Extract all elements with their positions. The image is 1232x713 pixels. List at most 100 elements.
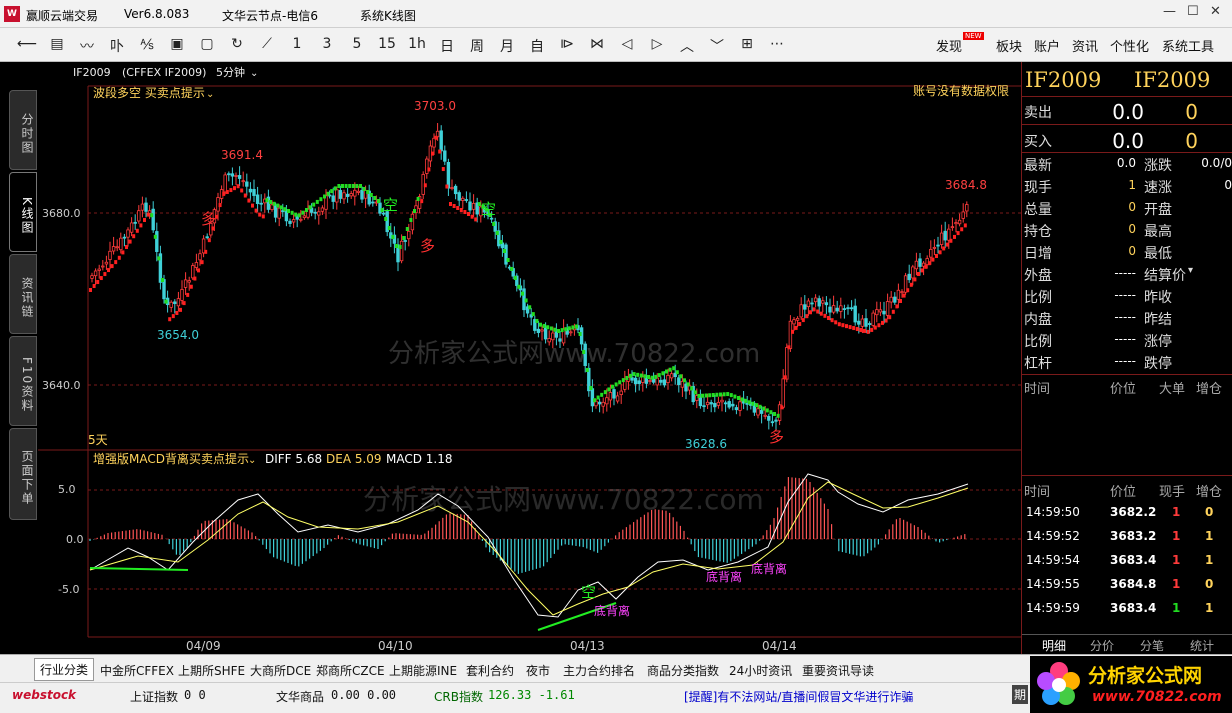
macd-dropdown-icon[interactable]: ⌄: [248, 455, 256, 466]
discover-menu[interactable]: 发现: [936, 36, 962, 55]
tick-cell: 3683.4: [1110, 601, 1157, 615]
candle-body: [457, 192, 461, 201]
period-custom[interactable]: 自: [525, 36, 549, 56]
candle-body: [702, 405, 706, 408]
macd-indicator-name[interactable]: 增强版MACD背离买卖点提示: [93, 451, 249, 466]
right-icon[interactable]: ▷: [645, 36, 669, 52]
period-week[interactable]: 周: [465, 36, 489, 56]
save-icon[interactable]: ▢: [195, 36, 219, 52]
peak-label-3691: 3691.4: [221, 148, 263, 162]
tab-stats[interactable]: 统计: [1190, 637, 1214, 654]
menu-news[interactable]: 资讯: [1072, 36, 1098, 55]
menu-sector[interactable]: 板块: [996, 36, 1022, 55]
tab-f10[interactable]: F10资料: [9, 336, 37, 426]
band-dot: [963, 223, 967, 228]
wh-index-label: 文华商品: [276, 690, 325, 704]
left-icon[interactable]: ◁: [615, 36, 639, 52]
candle-body: [828, 306, 832, 313]
chart-period[interactable]: 5分钟: [216, 65, 245, 79]
panel-icon[interactable]: ▣: [165, 36, 189, 52]
period-1[interactable]: 1: [285, 36, 309, 52]
tab-kline[interactable]: K线图: [9, 172, 37, 252]
tab-czce[interactable]: 郑商所CZCE: [316, 662, 385, 679]
zoom-out-icon[interactable]: ⋈: [585, 36, 609, 52]
candle-body: [878, 309, 883, 313]
minimize-icon[interactable]: —: [1163, 4, 1176, 19]
period-1h[interactable]: 1h: [405, 36, 429, 52]
period-dropdown-icon[interactable]: ⌄: [250, 68, 258, 79]
grid-icon[interactable]: ⊞: [735, 36, 759, 52]
field-settle[interactable]: 结算价: [1144, 265, 1186, 285]
maximize-icon[interactable]: ☐: [1187, 4, 1199, 19]
tab-price-dist[interactable]: 分价: [1090, 637, 1114, 654]
period-month[interactable]: 月: [495, 36, 519, 56]
back-icon[interactable]: ⟵: [15, 36, 39, 52]
band-dot: [729, 393, 733, 398]
tab-arbitrage[interactable]: 套利合约: [466, 662, 514, 679]
tab-night[interactable]: 夜市: [526, 662, 550, 679]
menu-personalize[interactable]: 个性化: [1110, 36, 1149, 55]
period-15[interactable]: 15: [375, 36, 399, 52]
band-dot: [949, 238, 953, 243]
candle-body: [446, 162, 451, 189]
line-chart-icon[interactable]: 〰: [75, 36, 99, 56]
period-3[interactable]: 3: [315, 36, 339, 52]
quote-field-label: 比例: [1024, 290, 1052, 306]
tab-detail[interactable]: 明细: [1042, 637, 1066, 654]
candle-body: [781, 378, 785, 408]
tab-key-news[interactable]: 重要资讯导读: [802, 662, 874, 679]
band-dot: [546, 325, 550, 330]
period-5[interactable]: 5: [345, 36, 369, 52]
tab-main-ranking[interactable]: 主力合约排名: [563, 662, 635, 679]
server-node[interactable]: 文华云节点-电信6: [222, 7, 318, 24]
tab-ticks[interactable]: 分笔: [1140, 637, 1164, 654]
kline-chart[interactable]: 分析家公式网www.70822.com 分析家公式网www.70822.com …: [38, 62, 1021, 654]
quote-code-1: IF2009: [1025, 68, 1102, 92]
date-label-0410: 04/10: [378, 639, 413, 653]
band-dot: [405, 227, 409, 231]
tab-industry[interactable]: 行业分类: [34, 658, 95, 681]
tab-ine[interactable]: 上期能源INE: [389, 662, 457, 679]
candle-body: [183, 279, 188, 288]
zoom-in-icon[interactable]: ⧐: [555, 36, 579, 52]
down-icon[interactable]: ﹀: [705, 36, 729, 56]
tick-row: 14:59:54 3683.4 1 1: [1022, 550, 1232, 572]
candle-body: [234, 175, 238, 177]
list-icon[interactable]: ▤: [45, 36, 69, 52]
period-day[interactable]: 日: [435, 36, 459, 56]
candle-body: [821, 300, 825, 304]
close-icon[interactable]: ✕: [1210, 4, 1221, 19]
main-indicator-name[interactable]: 波段多空 买卖点提示: [93, 85, 205, 100]
toolbar: ⟵ ▤ 〰 卟 ⅍ ▣ ▢ ↻ ⟋ 1 3 5 15 1h 日 周 月 自 ⧐ …: [0, 28, 1232, 62]
candle-body: [795, 317, 800, 321]
draw-icon[interactable]: ⟋: [255, 36, 279, 52]
tab-news-chain[interactable]: 资讯链: [9, 254, 37, 334]
kline-icon[interactable]: 卟: [105, 36, 129, 56]
up-icon[interactable]: ︿: [675, 36, 699, 56]
candle-body: [223, 174, 227, 193]
candle-body: [954, 222, 958, 225]
more-icon[interactable]: ⋯: [765, 36, 789, 52]
tab-order[interactable]: 页面下单: [9, 428, 37, 520]
candle-body: [371, 201, 375, 204]
tab-intraday[interactable]: 分时图: [9, 90, 37, 170]
band-dot: [683, 378, 686, 383]
candle-body: [824, 302, 829, 306]
tab-24h-news[interactable]: 24小时资讯: [729, 662, 792, 679]
fraud-notice[interactable]: [提醒]有不法网站/直播间假冒文华进行诈骗: [684, 688, 913, 705]
menu-account[interactable]: 账户: [1034, 36, 1060, 55]
refresh-icon[interactable]: ↻: [225, 36, 249, 52]
band-dot: [539, 322, 542, 327]
band-dot: [308, 205, 312, 210]
tab-shfe[interactable]: 上期所SHFE: [178, 662, 245, 679]
tab-dce[interactable]: 大商所DCE: [250, 662, 311, 679]
band-dot: [323, 194, 326, 199]
band-dot: [834, 320, 838, 325]
wave-icon[interactable]: ⅍: [135, 36, 159, 53]
band-dot: [171, 314, 175, 319]
tab-cffex[interactable]: 中金所CFFEX: [100, 662, 174, 679]
tab-commodity-index[interactable]: 商品分类指数: [647, 662, 719, 679]
settle-dropdown-icon[interactable]: ▾: [1188, 265, 1193, 276]
indicator-dropdown-icon[interactable]: ⌄: [206, 89, 214, 100]
menu-system-tools[interactable]: 系统工具: [1162, 36, 1214, 55]
